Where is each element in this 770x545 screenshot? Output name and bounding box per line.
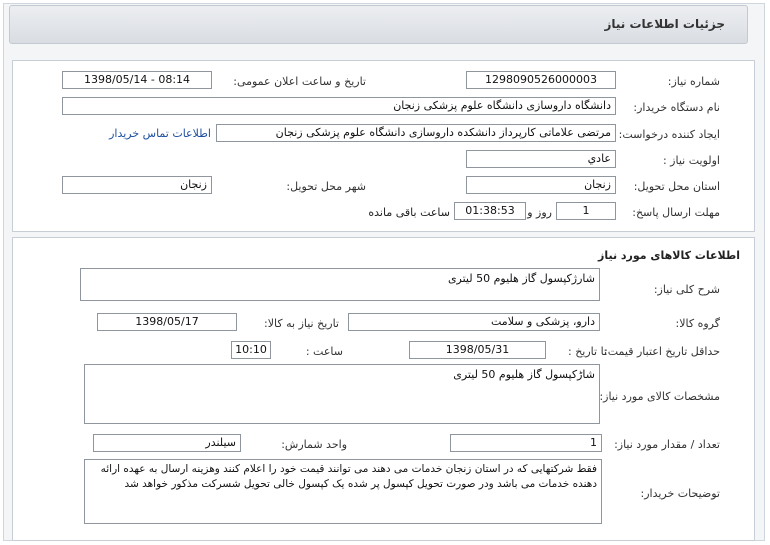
announce-datetime-label: تاریخ و ساعت اعلان عمومی: [233, 75, 366, 88]
remaining-text: ساعت باقی مانده [368, 206, 450, 219]
buyer-field: دانشگاه داروسازی دانشگاه علوم پزشکی زنجا… [62, 97, 616, 115]
quantity-field: 1 [450, 434, 602, 452]
summary-label: شرح کلی نیاز: [653, 283, 720, 296]
province-field: زنجان [466, 176, 616, 194]
group-field: دارو، پزشکی و سلامت [348, 313, 600, 331]
deadline-time-field: 01:38:53 [454, 202, 526, 220]
city-label: شهر محل تحویل: [286, 180, 366, 193]
page-title: جزئیات اطلاعات نیاز [604, 17, 725, 31]
summary-field: شارژکپسول گاز هلیوم 50 لیتری [80, 268, 600, 301]
spec-label: مشخصات کالای مورد نیاز: [599, 390, 720, 403]
spec-text: شاڑکپسول گاز هلیوم 50 لیتری [453, 368, 595, 381]
page-header: جزئیات اطلاعات نیاز [9, 5, 748, 44]
min-validity-label: حداقل تاریخ اعتبار قیمت: [604, 345, 720, 358]
quantity-label: تعداد / مقدار مورد نیاز: [614, 438, 720, 451]
summary-text: شارژکپسول گاز هلیوم 50 لیتری [447, 272, 595, 285]
spec-field: شاڑکپسول گاز هلیوم 50 لیتری [84, 364, 600, 424]
time-label: ساعت : [305, 345, 343, 358]
need-number-field: 1298090526000003 [466, 71, 616, 89]
time-field: 10:10 [231, 341, 271, 359]
buyer-notes-text: فقط شرکتهایی که در استان زنجان خدمات می … [100, 463, 597, 490]
deadline-days-field: 1 [556, 202, 616, 220]
unit-field: سیلندر [93, 434, 241, 452]
buyer-contact-link[interactable]: اطلاعات تماس خریدار [109, 127, 211, 140]
province-label: استان محل تحویل: [633, 180, 720, 193]
announce-datetime-field: 1398/05/14 - 08:14 [62, 71, 212, 89]
unit-label: واحد شمارش: [281, 438, 347, 451]
priority-label: اولویت نیاز : [662, 154, 720, 167]
need-date-label: تاریخ نیاز به کالا: [264, 317, 339, 330]
to-date-field: 1398/05/31 [409, 341, 546, 359]
deadline-label: مهلت ارسال پاسخ: [632, 206, 720, 219]
need-date-field: 1398/05/17 [97, 313, 237, 331]
to-date-label: تا تاریخ : [568, 345, 607, 358]
buyer-label: نام دستگاه خریدار: [633, 101, 720, 114]
buyer-notes-field: فقط شرکتهایی که در استان زنجان خدمات می … [84, 459, 602, 524]
goods-section-title: اطلاعات کالاهای مورد نیاز [598, 249, 740, 262]
days-text: روز و [527, 206, 552, 219]
city-field: زنجان [62, 176, 212, 194]
creator-field: مرتضی علاماتی کارپرداز دانشکده داروسازی … [216, 124, 616, 142]
buyer-notes-label: توضیحات خریدار: [640, 487, 721, 500]
creator-label: ایجاد کننده درخواست: [618, 128, 720, 141]
need-number-label: شماره نیاز: [667, 75, 720, 88]
group-label: گروه کالا: [675, 317, 720, 330]
priority-field: عادي [466, 150, 616, 168]
